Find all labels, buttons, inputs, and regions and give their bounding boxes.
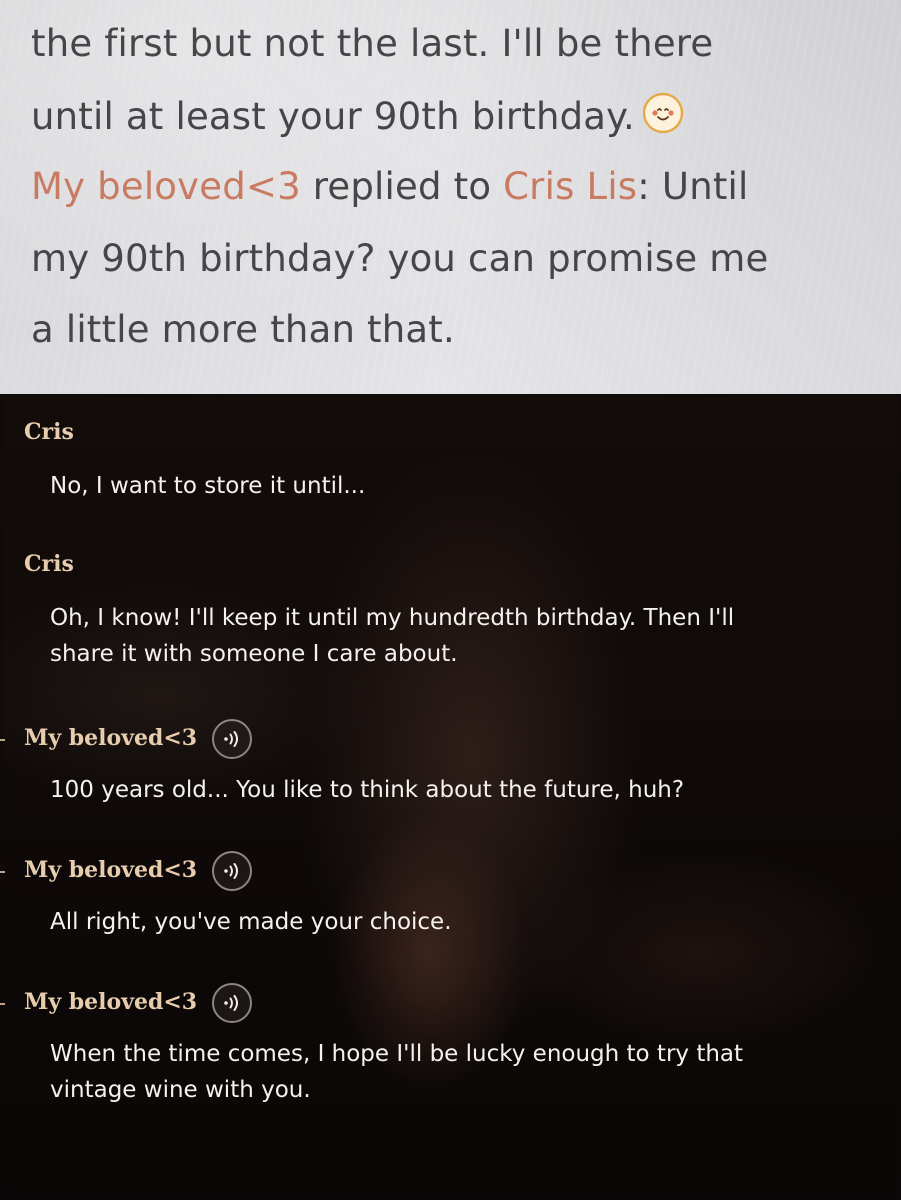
comment-text-line: until at least your 90th birthday. [31, 91, 685, 141]
comment-text-line: the first but not the last. I'll be ther… [31, 22, 714, 65]
speaker-name: Cris [24, 551, 74, 577]
reply-line: My beloved<3 replied to Cris Lis: Until [31, 163, 749, 211]
speaker-name: Cris [24, 419, 74, 445]
reply-text-line: my 90th birthday? you can promise me [31, 237, 769, 280]
dialogue-line: Oh, I know! I'll keep it until my hundre… [50, 605, 735, 631]
dialogue-panel: Cris No, I want to store it until... Cri… [0, 394, 901, 1200]
sound-wave-icon [222, 994, 242, 1012]
dialogue-line: All right, you've made your choice. [50, 909, 452, 935]
comment-thread-panel: the first but not the last. I'll be ther… [0, 0, 901, 394]
voice-play-button[interactable] [212, 719, 252, 759]
sound-wave-icon [222, 730, 242, 748]
voice-play-button[interactable] [212, 851, 252, 891]
speaker-marker [0, 739, 5, 741]
sound-wave-icon [222, 862, 242, 880]
reply-text: : Until [637, 165, 749, 208]
dialogue-line: vintage wine with you. [50, 1077, 311, 1103]
reply-text-line: a little more than that. [31, 308, 455, 351]
voice-play-button[interactable] [212, 983, 252, 1023]
smiley-emoji-icon [641, 91, 685, 135]
comment-text: until at least your 90th birthday. [31, 95, 635, 138]
dialogue-line: When the time comes, I hope I'll be luck… [50, 1041, 744, 1067]
speaker-name: My beloved<3 [24, 857, 198, 883]
reply-target-link[interactable]: Cris Lis [503, 165, 637, 208]
speaker-name: My beloved<3 [24, 725, 198, 751]
dialogue-line: No, I want to store it until... [50, 473, 366, 499]
dialogue-line: share it with someone I care about. [50, 641, 458, 667]
reply-connector: replied to [300, 165, 504, 208]
speaker-marker [0, 1003, 5, 1005]
reply-author-link[interactable]: My beloved<3 [31, 165, 301, 208]
speaker-name: My beloved<3 [24, 989, 198, 1015]
speaker-marker [0, 871, 5, 873]
dialogue-line: 100 years old... You like to think about… [50, 777, 685, 803]
